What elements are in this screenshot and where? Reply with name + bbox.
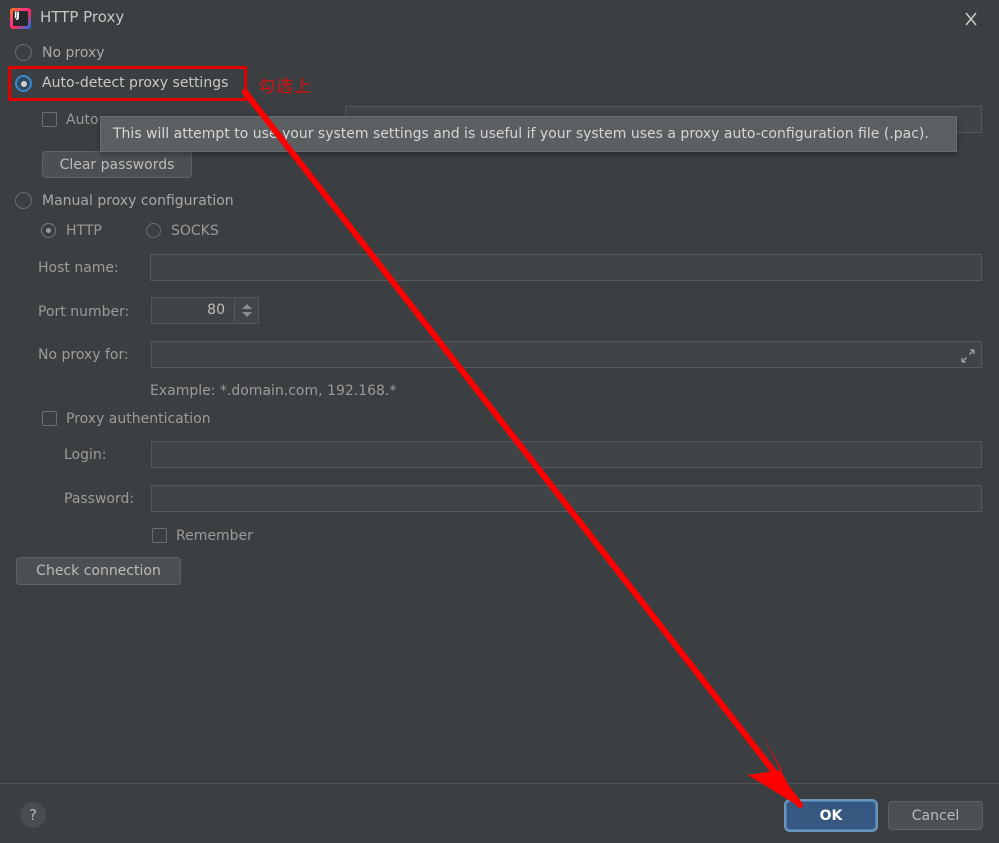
title-bar: IJ HTTP Proxy: [0, 0, 999, 37]
label-http: HTTP: [66, 223, 102, 239]
label-port-number: Port number:: [38, 304, 130, 320]
checkbox-proxy-authentication[interactable]: [42, 411, 57, 426]
example-hint: Example: *.domain.com, 192.168.*: [150, 383, 397, 399]
tooltip-text: This will attempt to use your system set…: [113, 126, 929, 142]
label-remember: Remember: [176, 528, 253, 544]
clear-passwords-label: Clear passwords: [59, 156, 175, 173]
expand-icon[interactable]: [961, 349, 975, 363]
password-input[interactable]: [151, 485, 982, 512]
port-number-value: 80: [207, 302, 225, 318]
radio-manual-proxy[interactable]: [15, 192, 32, 209]
tooltip-auto-detect: This will attempt to use your system set…: [100, 116, 957, 152]
label-host-name: Host name:: [38, 260, 119, 276]
label-no-proxy: No proxy: [42, 45, 105, 61]
label-manual-proxy: Manual proxy configuration: [42, 193, 234, 209]
check-connection-button[interactable]: Check connection: [16, 557, 181, 585]
annotation-note-text: 勾选上: [257, 77, 313, 97]
footer-divider: [0, 783, 999, 784]
ok-label: OK: [819, 807, 843, 824]
host-name-input[interactable]: [150, 254, 982, 281]
port-number-input[interactable]: 80: [151, 297, 235, 324]
cancel-label: Cancel: [911, 807, 960, 824]
label-auto-url: Auto: [66, 112, 99, 128]
label-login: Login:: [64, 447, 107, 463]
checkbox-remember[interactable]: [152, 528, 167, 543]
check-connection-label: Check connection: [36, 563, 161, 579]
label-password: Password:: [64, 491, 135, 507]
window-title: HTTP Proxy: [40, 8, 125, 26]
port-number-stepper[interactable]: [235, 297, 259, 324]
checkbox-auto-url[interactable]: [42, 112, 57, 127]
help-button[interactable]: ?: [20, 802, 46, 828]
label-proxy-authentication: Proxy authentication: [66, 411, 211, 427]
close-icon[interactable]: [959, 8, 983, 30]
label-socks: SOCKS: [171, 223, 219, 239]
no-proxy-for-input[interactable]: [151, 341, 982, 368]
intellij-idea-icon: IJ: [10, 8, 31, 29]
stepper-down-icon[interactable]: [241, 312, 252, 317]
ok-button[interactable]: OK: [786, 801, 876, 830]
cancel-button[interactable]: Cancel: [888, 801, 983, 830]
login-input[interactable]: [151, 441, 982, 468]
label-no-proxy-for: No proxy for:: [38, 347, 129, 363]
radio-socks[interactable]: [146, 223, 161, 238]
help-label: ?: [29, 806, 37, 824]
label-auto-detect: Auto-detect proxy settings: [42, 75, 229, 91]
radio-no-proxy[interactable]: [15, 44, 32, 61]
stepper-up-icon[interactable]: [241, 304, 252, 309]
radio-auto-detect[interactable]: [15, 75, 32, 92]
radio-http[interactable]: [41, 223, 56, 238]
clear-passwords-button[interactable]: Clear passwords: [42, 151, 192, 178]
